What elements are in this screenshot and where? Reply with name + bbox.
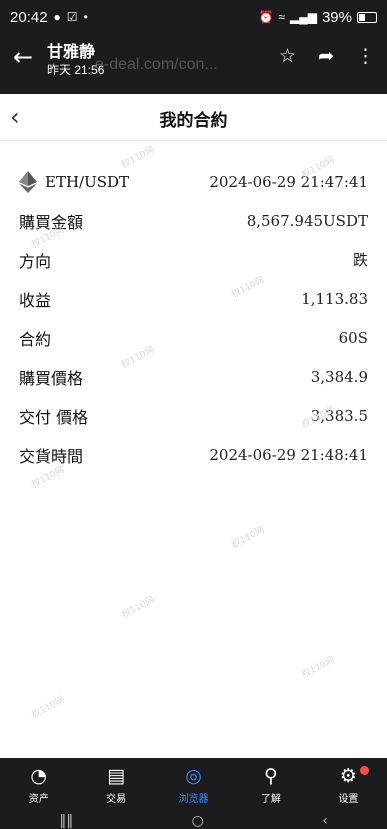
globe-icon: ◎ — [185, 765, 202, 787]
chat-title: 甘雅静 — [47, 44, 96, 61]
row-label: 方向 — [19, 251, 52, 271]
tab-assets[interactable]: ◔ 资产 — [0, 758, 77, 812]
watermark: 权110网 — [30, 695, 67, 721]
battery-percent: 39% — [321, 8, 352, 26]
tab-settings[interactable]: ⚙ 设置 — [310, 758, 387, 812]
notification-dot — [360, 766, 370, 775]
tab-label: 设置 — [338, 794, 359, 805]
detail-row: 交貨時間 2024-06-29 21:48:41 — [0, 435, 387, 474]
status-bar: 20:42 ● ☑ • ⏰ ≈ ▂▄▆ 39% — [0, 0, 387, 34]
back-arrow-icon[interactable]: ← — [10, 44, 36, 70]
detail-row: 購買價格 3,384.9 — [0, 357, 387, 396]
list-document-icon: ▤ — [107, 765, 126, 787]
bottom-tab-bar: ◔ 资产 ▤ 交易 ◎ 浏览器 ⚲ 了解 ⚙ 设置 — [0, 758, 387, 812]
share-icon[interactable]: ➦ — [318, 46, 334, 66]
ghost-url: e-deal.com/con... — [95, 56, 218, 73]
tab-learn[interactable]: ⚲ 了解 — [232, 758, 309, 812]
detail-row: 方向 跌 — [0, 240, 387, 279]
row-value: 3,383.5 — [310, 406, 368, 425]
tab-label: 浏览器 — [178, 794, 209, 805]
row-label: 購買價格 — [19, 368, 84, 388]
star-icon[interactable]: ☆ — [279, 46, 296, 66]
row-label: 合約 — [19, 329, 52, 349]
detail-row: 收益 1,113.83 — [0, 279, 387, 318]
home-icon[interactable]: ○ — [192, 813, 204, 829]
watermark: 权110网 — [300, 655, 337, 681]
row-value: 60S — [338, 328, 368, 347]
check-icon: ☑ — [66, 10, 78, 24]
app-header: ← e-deal.com/con... 甘雅静 昨天 21:56 ☆ ➦ ⋮ — [0, 34, 387, 94]
back-icon[interactable]: ‹ — [322, 813, 328, 829]
tab-label: 了解 — [260, 794, 281, 805]
row-label: 購買金額 — [19, 212, 84, 232]
watermark: 权110网 — [230, 525, 267, 551]
more-vertical-icon[interactable]: ⋮ — [356, 46, 375, 66]
pair-name: ETH/USDT — [45, 172, 130, 191]
pair-row: ETH/USDT 2024-06-29 21:47:41 — [0, 162, 387, 201]
row-value: 2024-06-29 21:48:41 — [209, 445, 368, 464]
recent-apps-icon[interactable]: ‖‖ — [59, 813, 73, 829]
detail-row: 交付 價格 3,383.5 — [0, 396, 387, 435]
profit-value: 1,113.83 — [301, 289, 368, 308]
battery-icon — [357, 11, 377, 23]
clock: 20:42 — [10, 8, 48, 26]
detail-row: 購買金額 8,567.945USDT — [0, 201, 387, 240]
page-header: ‹ 我的合約 — [0, 94, 387, 141]
page-title: 我的合約 — [159, 111, 228, 131]
search-icon: ⚲ — [263, 765, 278, 787]
tab-label: 资产 — [28, 794, 49, 805]
pie-chart-icon: ◔ — [30, 765, 47, 787]
person-icon: ● — [53, 10, 61, 24]
row-label: 交付 價格 — [19, 407, 89, 427]
tab-trade[interactable]: ▤ 交易 — [77, 758, 154, 812]
system-nav-bar: ‖‖ ○ ‹ — [0, 812, 387, 829]
ethereum-icon — [19, 170, 37, 193]
row-value: 3,384.9 — [310, 367, 368, 386]
row-value: 8,567.945USDT — [246, 211, 368, 230]
row-label: 交貨時間 — [19, 446, 84, 466]
watermark: 权110网 — [120, 595, 157, 621]
tab-label: 交易 — [106, 794, 127, 805]
chat-subtitle: 昨天 21:56 — [47, 63, 105, 77]
signal-icon: ▂▄▆ — [290, 10, 317, 24]
more-dot-icon: • — [83, 10, 88, 24]
contract-details: ETH/USDT 2024-06-29 21:47:41 購買金額 8,567.… — [0, 162, 387, 474]
detail-row: 合約 60S — [0, 318, 387, 357]
row-label: 收益 — [19, 290, 52, 310]
order-time: 2024-06-29 21:47:41 — [209, 172, 368, 191]
tab-browser[interactable]: ◎ 浏览器 — [155, 758, 232, 812]
gear-icon: ⚙ — [339, 765, 357, 787]
direction-value: 跌 — [352, 251, 368, 269]
alarm-icon: ⏰ — [258, 10, 274, 24]
wifi-icon: ≈ — [278, 10, 285, 24]
